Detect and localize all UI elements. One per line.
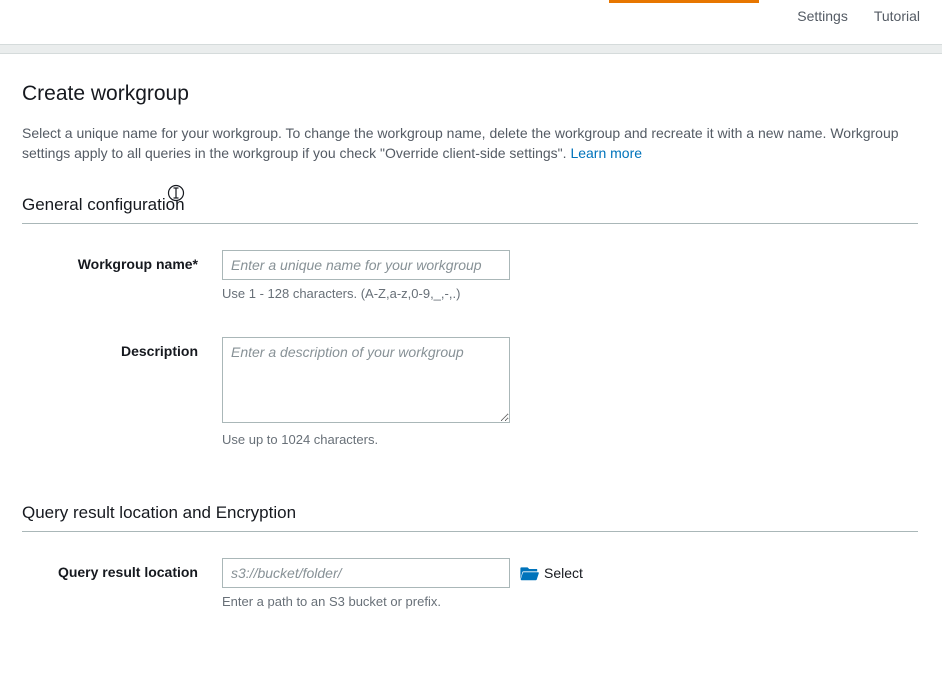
row-description: Description Use up to 1024 characters. — [22, 337, 918, 447]
nav-settings[interactable]: Settings — [797, 8, 848, 30]
label-query-location: Query result location — [22, 558, 222, 580]
section-general-config: General configuration — [22, 195, 918, 224]
nav-divider — [0, 44, 942, 54]
main-content: Create workgroup Select a unique name fo… — [0, 54, 942, 685]
row-query-location: Query result location Select Enter a pat… — [22, 558, 918, 609]
page-title: Create workgroup — [22, 82, 918, 106]
intro-text: Select a unique name for your workgroup.… — [22, 124, 918, 163]
row-workgroup-name: Workgroup name* Use 1 - 128 characters. … — [22, 250, 918, 301]
label-description: Description — [22, 337, 222, 359]
top-nav: Settings Tutorial — [0, 0, 942, 44]
label-workgroup-name: Workgroup name* — [22, 250, 222, 272]
folder-open-icon — [520, 565, 540, 581]
section-query-location: Query result location and Encryption — [22, 503, 918, 532]
help-query-location: Enter a path to an S3 bucket or prefix. — [222, 594, 583, 609]
select-bucket-label: Select — [544, 565, 583, 581]
active-tab-indicator — [609, 0, 759, 3]
help-workgroup-name: Use 1 - 128 characters. (A-Z,a-z,0-9,_,-… — [222, 286, 510, 301]
intro-body: Select a unique name for your workgroup.… — [22, 125, 899, 161]
description-textarea[interactable] — [222, 337, 510, 423]
help-description: Use up to 1024 characters. — [222, 432, 510, 447]
nav-tutorial[interactable]: Tutorial — [874, 8, 920, 30]
workgroup-name-input[interactable] — [222, 250, 510, 280]
learn-more-link[interactable]: Learn more — [570, 145, 642, 161]
query-location-input[interactable] — [222, 558, 510, 588]
select-bucket-button[interactable]: Select — [520, 565, 583, 581]
